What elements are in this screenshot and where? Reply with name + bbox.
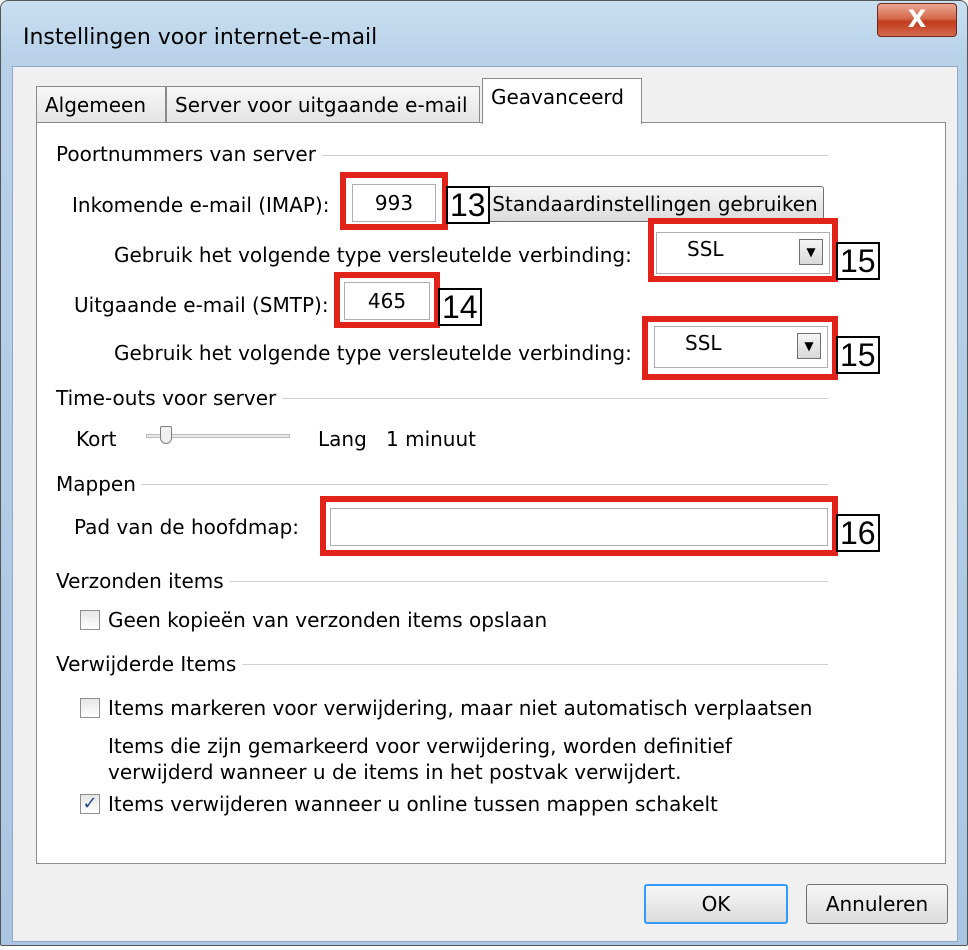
mark-deletion-label: Items markeren voor verwijdering, maar n… xyxy=(108,696,813,720)
timeout-value: 1 minuut xyxy=(386,427,476,451)
deletion-info-line-2: verwijderd wanneer u de items in het pos… xyxy=(108,760,682,784)
tab-server-uitgaand[interactable]: Server voor uitgaande e-mail xyxy=(166,86,480,122)
purge-checkbox[interactable]: ✓ xyxy=(80,794,100,814)
timeout-short-label: Kort xyxy=(76,427,117,451)
group-title-sent: Verzonden items xyxy=(56,569,230,593)
annotation-marker-15b xyxy=(642,316,838,380)
annotation-marker-16 xyxy=(320,496,838,556)
encryption-label-incoming: Gebruik het volgende type versleutelde v… xyxy=(114,243,632,267)
no-copies-label: Geen kopieën van verzonden items opslaan xyxy=(108,608,548,632)
close-icon: X xyxy=(907,5,927,33)
annotation-badge-14: 14 xyxy=(438,288,482,326)
group-title-deleted: Verwijderde Items xyxy=(56,652,243,676)
tab-geavanceerd[interactable]: Geavanceerd xyxy=(482,78,642,124)
annotation-badge-16: 16 xyxy=(836,514,880,552)
tab-algemeen[interactable]: Algemeen xyxy=(36,86,166,122)
tab-label: Geavanceerd xyxy=(491,85,624,109)
window-title: Instellingen voor internet-e-mail xyxy=(23,25,378,50)
annotation-badge-15a: 15 xyxy=(836,242,880,280)
outgoing-port-label: Uitgaande e-mail (SMTP): xyxy=(74,293,329,317)
ok-button[interactable]: OK xyxy=(644,884,788,924)
timeout-long-label: Lang xyxy=(318,427,367,451)
close-button[interactable]: X xyxy=(877,3,957,37)
annotation-marker-13 xyxy=(340,172,448,230)
purge-label: Items verwijderen wanneer u online tusse… xyxy=(108,792,718,816)
annotation-badge-13: 13 xyxy=(446,186,490,224)
root-folder-label: Pad van de hoofdmap: xyxy=(74,515,300,539)
use-defaults-button[interactable]: Standaardinstellingen gebruiken xyxy=(486,186,824,222)
no-copies-checkbox[interactable] xyxy=(80,610,100,630)
mark-deletion-checkbox[interactable] xyxy=(80,698,100,718)
encryption-label-outgoing: Gebruik het volgende type versleutelde v… xyxy=(114,341,632,365)
annotation-badge-15b: 15 xyxy=(836,336,880,374)
deletion-info-line-1: Items die zijn gemarkeerd voor verwijder… xyxy=(108,734,732,758)
annotation-marker-15a xyxy=(648,218,838,282)
checkmark-icon: ✓ xyxy=(82,793,98,814)
group-title-timeouts: Time-outs voor server xyxy=(56,386,283,410)
annotation-marker-14 xyxy=(334,272,440,328)
group-title-folders: Mappen xyxy=(56,472,142,496)
group-divider xyxy=(56,484,828,485)
incoming-port-label: Inkomende e-mail (IMAP): xyxy=(72,193,330,217)
tab-label: Server voor uitgaande e-mail xyxy=(175,93,468,117)
tab-label: Algemeen xyxy=(45,93,147,117)
cancel-button[interactable]: Annuleren xyxy=(806,884,948,924)
timeout-slider-thumb[interactable] xyxy=(160,426,172,444)
group-title-ports: Poortnummers van server xyxy=(56,142,322,166)
